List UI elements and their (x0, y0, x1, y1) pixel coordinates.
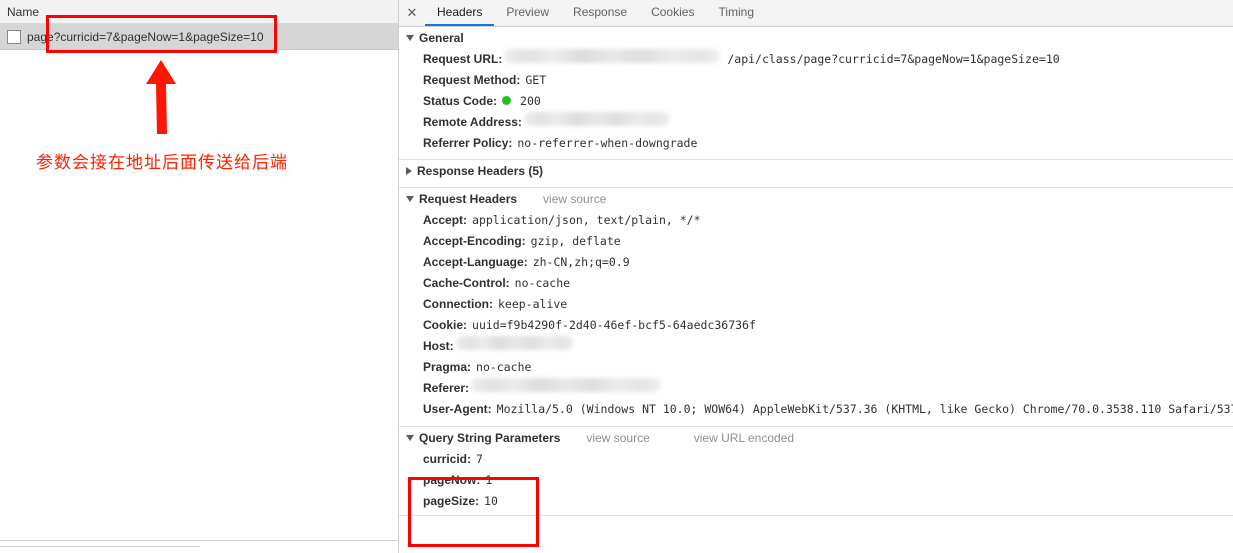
field-label: Accept-Encoding: (423, 234, 526, 248)
header-cache-control: Cache-Control: no-cache (399, 273, 1233, 294)
field-value: uuid=f9b4290f-2d40-46ef-bcf5-64aedc36736… (472, 318, 756, 332)
chevron-down-icon[interactable] (406, 35, 414, 41)
chevron-down-icon[interactable] (406, 435, 414, 441)
header-user-agent: User-Agent: Mozilla/5.0 (Windows NT 10.0… (399, 399, 1233, 420)
field-label: Cache-Control: (423, 276, 510, 290)
field-label: pageSize: (423, 494, 480, 508)
field-label: curricid: (423, 452, 472, 466)
table-row[interactable]: page?curricid=7&pageNow=1&pageSize=10 (0, 24, 398, 50)
redacted-host-value (455, 336, 574, 350)
field-label: Status Code: (423, 94, 498, 108)
view-source-link[interactable]: view source (586, 431, 649, 445)
tab-headers[interactable]: Headers (425, 0, 495, 26)
field-status-code: Status Code: 200 (399, 91, 1233, 112)
close-icon[interactable]: ✕ (399, 0, 425, 26)
network-list-header: Name (0, 0, 398, 24)
annotation-up-arrow-icon (140, 60, 182, 134)
annotation-note-text: 参数会接在地址后面传送给后端 (36, 153, 288, 173)
field-request-method: Request Method: GET (399, 70, 1233, 91)
status-badge (502, 96, 512, 105)
param-pagenow: pageNow: 1 (399, 470, 1233, 491)
header-accept-encoding: Accept-Encoding: gzip, deflate (399, 231, 1233, 252)
field-value: no-cache (514, 276, 571, 290)
devtools-network-panel: Name page?curricid=7&pageNow=1&pageSize=… (0, 0, 1233, 553)
field-value: GET (525, 73, 547, 87)
section-request-headers-title: Request Headers (419, 192, 518, 206)
section-bottom-divider (399, 515, 1233, 516)
section-request-headers: Request Headers view source Accept: appl… (399, 187, 1233, 420)
header-cookie: Cookie: uuid=f9b4290f-2d40-46ef-bcf5-64a… (399, 315, 1233, 336)
details-tabbar: ✕ Headers Preview Response Cookies Timin… (399, 0, 1233, 27)
request-details-panel: ✕ Headers Preview Response Cookies Timin… (399, 0, 1233, 553)
param-curricid: curricid: 7 (399, 449, 1233, 470)
header-accept-language: Accept-Language: zh-CN,zh;q=0.9 (399, 252, 1233, 273)
field-label: Request URL: (423, 52, 503, 66)
section-query-string-parameters-title: Query String Parameters (419, 431, 561, 445)
panel-divider-secondary (0, 546, 200, 547)
field-label: pageNow: (423, 473, 481, 487)
field-label: Host: (423, 339, 454, 353)
field-label: Referrer Policy: (423, 136, 513, 150)
field-value: 10 (484, 494, 498, 508)
section-request-headers-header[interactable]: Request Headers view source (399, 187, 1233, 210)
chevron-right-icon[interactable] (406, 167, 412, 175)
field-remote-address: Remote Address: (399, 112, 1233, 133)
field-value: application/json, text/plain, */* (472, 213, 701, 227)
field-label: Referer: (423, 381, 470, 395)
section-general-header[interactable]: General (399, 27, 1233, 49)
section-response-headers-title: Response Headers (5) (417, 164, 544, 178)
view-source-link[interactable]: view source (543, 192, 606, 206)
tab-timing[interactable]: Timing (706, 0, 766, 26)
header-referer: Referer: (399, 378, 1233, 399)
field-value: Mozilla/5.0 (Windows NT 10.0; WOW64) App… (496, 402, 1233, 416)
field-value: keep-alive (498, 297, 568, 311)
document-icon (7, 29, 21, 44)
headers-content: General Request URL: /api/class/page?cur… (399, 27, 1233, 553)
field-label: Accept-Language: (423, 255, 528, 269)
section-query-string-parameters: Query String Parameters view source view… (399, 426, 1233, 516)
header-pragma: Pragma: no-cache (399, 357, 1233, 378)
section-general-title: General (419, 31, 464, 45)
field-label: Pragma: (423, 360, 472, 374)
field-value: no-cache (476, 360, 532, 374)
redacted-host (504, 49, 721, 63)
chevron-down-icon[interactable] (406, 196, 414, 202)
header-host: Host: (399, 336, 1233, 357)
field-value: 200 (520, 94, 541, 108)
header-accept: Accept: application/json, text/plain, */… (399, 210, 1233, 231)
tab-preview[interactable]: Preview (494, 0, 561, 26)
column-header-name[interactable]: Name (0, 5, 39, 19)
header-connection: Connection: keep-alive (399, 294, 1233, 315)
section-response-headers-header[interactable]: Response Headers (5) (399, 159, 1233, 182)
redacted-remote-address (523, 112, 670, 126)
field-label: Cookie: (423, 318, 468, 332)
field-label: User-Agent: (423, 402, 492, 416)
field-value: /api/class/page?curricid=7&pageNow=1&pag… (727, 52, 1060, 66)
field-label: Request Method: (423, 73, 521, 87)
field-value: 1 (485, 473, 493, 487)
section-general: General Request URL: /api/class/page?cur… (399, 27, 1233, 154)
request-name: page?curricid=7&pageNow=1&pageSize=10 (27, 29, 264, 44)
field-request-url: Request URL: /api/class/page?curricid=7&… (399, 49, 1233, 70)
panel-divider (0, 540, 399, 541)
field-value: no-referrer-when-downgrade (517, 136, 698, 150)
section-response-headers: Response Headers (5) (399, 159, 1233, 182)
field-value: gzip, deflate (530, 234, 621, 248)
field-label: Connection: (423, 297, 493, 311)
section-query-string-parameters-header[interactable]: Query String Parameters view source view… (399, 426, 1233, 449)
field-label: Accept: (423, 213, 468, 227)
view-url-encoded-link[interactable]: view URL encoded (694, 431, 794, 445)
param-pagesize: pageSize: 10 (399, 491, 1233, 512)
field-value: 7 (476, 452, 483, 466)
redacted-referer-value (471, 378, 662, 392)
field-value: zh-CN,zh;q=0.9 (532, 255, 630, 269)
field-referrer-policy: Referrer Policy: no-referrer-when-downgr… (399, 133, 1233, 154)
tab-response[interactable]: Response (561, 0, 639, 26)
network-request-list-panel: Name page?curricid=7&pageNow=1&pageSize=… (0, 0, 399, 553)
field-label: Remote Address: (423, 115, 522, 129)
tab-cookies[interactable]: Cookies (639, 0, 706, 26)
